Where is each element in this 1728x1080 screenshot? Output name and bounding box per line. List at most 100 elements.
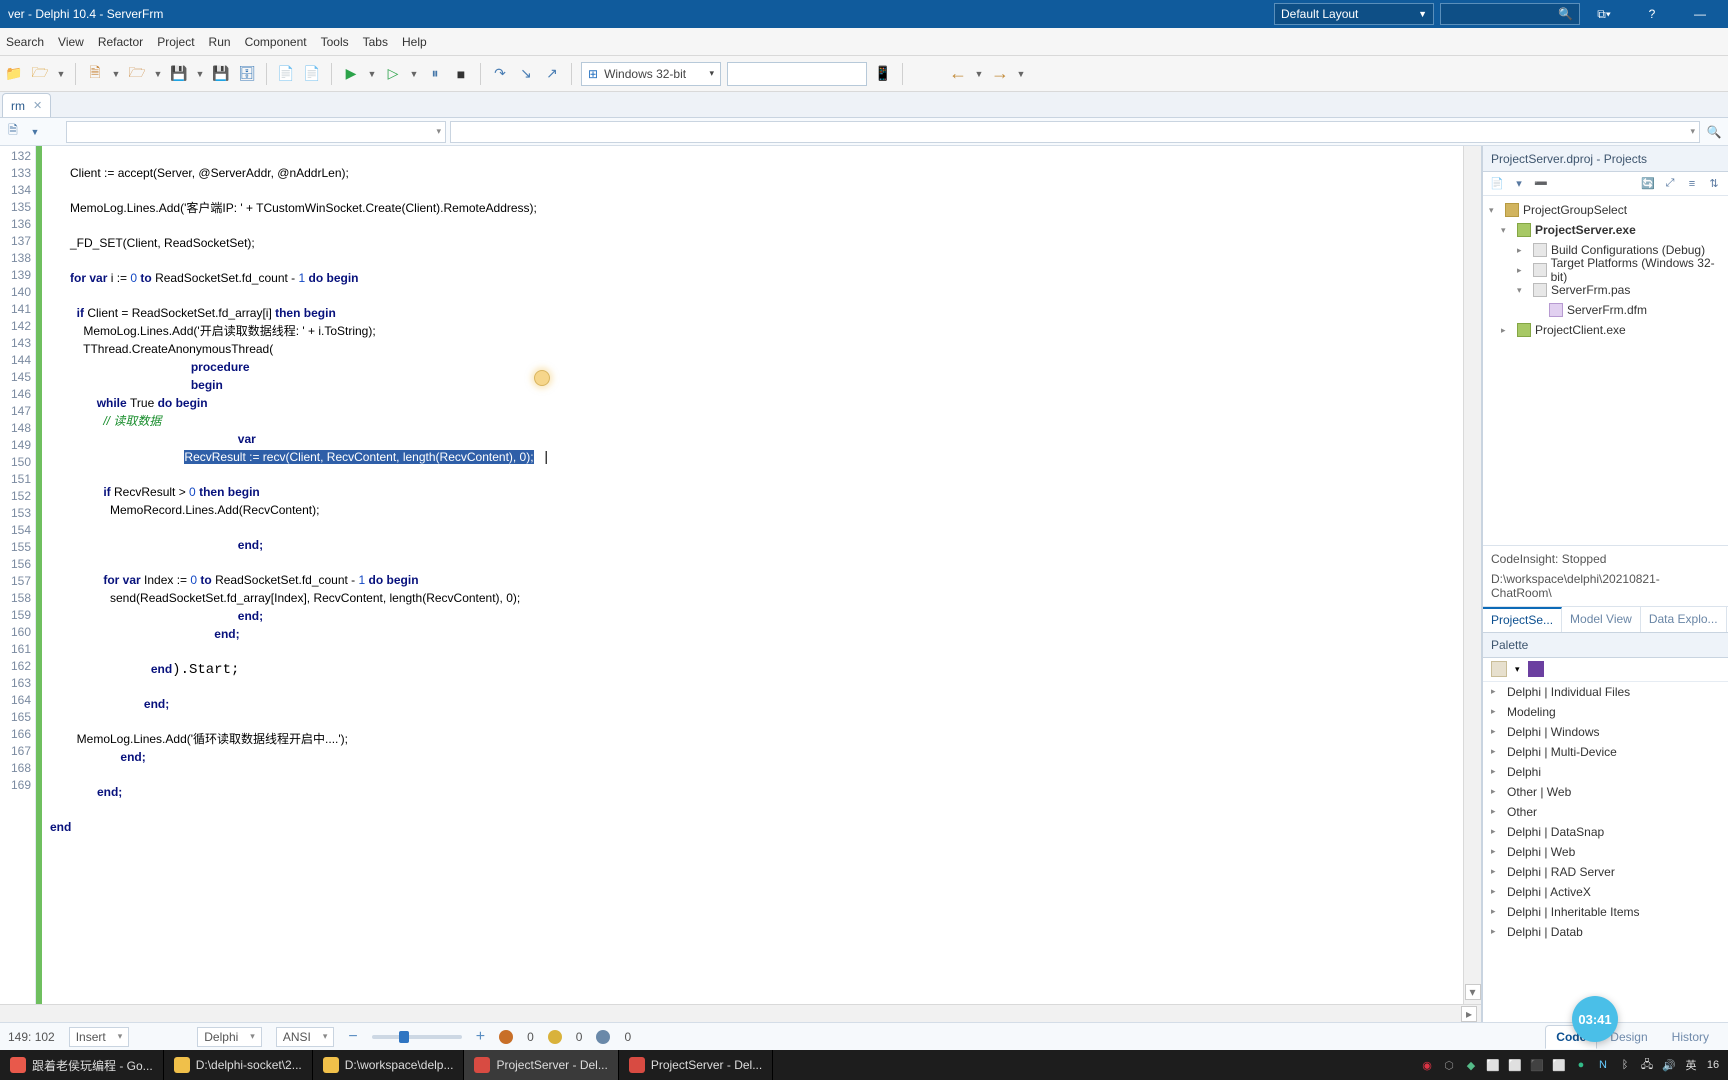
tray-icon[interactable]: N: [1596, 1058, 1610, 1072]
palette-item[interactable]: Other | Web: [1507, 785, 1571, 799]
chevron-down-icon[interactable]: ▾: [1515, 664, 1520, 675]
layout-select[interactable]: Default Layout ▼: [1274, 3, 1434, 25]
palette-item[interactable]: Delphi | DataSnap: [1507, 825, 1604, 839]
target-platforms[interactable]: Target Platforms (Windows 32-bit): [1551, 256, 1728, 284]
run-dropdown[interactable]: ▼: [367, 69, 377, 79]
lang-combo[interactable]: Delphi▾: [197, 1027, 262, 1047]
remove-file-icon[interactable]: 📄: [302, 64, 322, 84]
expand-icon[interactable]: ▸: [1517, 265, 1529, 276]
doc-dropdown[interactable]: ▼: [26, 123, 44, 141]
open-icon[interactable]: 🗁: [30, 64, 50, 84]
expand-icon[interactable]: ▸: [1501, 325, 1513, 336]
menu-view[interactable]: View: [58, 35, 84, 49]
palette-item[interactable]: Delphi | ActiveX: [1507, 885, 1591, 899]
expand-icon[interactable]: ▾: [1489, 205, 1501, 216]
doc-icon[interactable]: 🗎: [4, 123, 22, 141]
taskbar-item[interactable]: D:\workspace\delp...: [313, 1050, 465, 1080]
palette-item[interactable]: Modeling: [1507, 705, 1556, 719]
palette-item[interactable]: Delphi | RAD Server: [1507, 865, 1615, 879]
search-icon[interactable]: 🔍: [1704, 125, 1724, 139]
file-tab-serverfrm[interactable]: rm ✕: [2, 93, 51, 117]
sync-icon[interactable]: 🔄: [1640, 176, 1656, 192]
projectclient-exe[interactable]: ProjectClient.exe: [1535, 323, 1626, 337]
add-icon[interactable]: 📄: [1489, 176, 1505, 192]
palette-item[interactable]: Other: [1507, 805, 1537, 819]
save-project-icon[interactable]: 🗄: [237, 64, 257, 84]
code-area[interactable]: 132133134135136137138139140 141142143144…: [0, 146, 1481, 1004]
step-out-icon[interactable]: ↗: [542, 64, 562, 84]
menu-component[interactable]: Component: [245, 35, 307, 49]
menu-help[interactable]: Help: [402, 35, 427, 49]
menu-tabs[interactable]: Tabs: [363, 35, 388, 49]
expand-icon[interactable]: ⤢: [1662, 176, 1678, 192]
save-dropdown[interactable]: ▼: [195, 69, 205, 79]
scroll-right-icon[interactable]: ▸: [1461, 1006, 1477, 1022]
close-tab-icon[interactable]: ✕: [33, 99, 42, 112]
network-icon[interactable]: 🖧: [1640, 1058, 1654, 1072]
minimize-button[interactable]: —: [1676, 0, 1724, 28]
add-dropdown[interactable]: ▾: [1511, 176, 1527, 192]
vertical-scrollbar[interactable]: ▾: [1463, 146, 1481, 1004]
build-config[interactable]: Build Configurations (Debug): [1551, 243, 1705, 257]
tray-icon[interactable]: ⬛: [1530, 1058, 1544, 1072]
tray-icon[interactable]: ◆: [1464, 1058, 1478, 1072]
zoom-slider[interactable]: [372, 1035, 462, 1039]
palette-item[interactable]: Delphi | Inheritable Items: [1507, 905, 1640, 919]
expand-icon[interactable]: ▾: [1517, 285, 1529, 296]
remove-icon[interactable]: ➖: [1533, 176, 1549, 192]
sort-icon[interactable]: ⇅: [1706, 176, 1722, 192]
serverfrm-dfm[interactable]: ServerFrm.dfm: [1567, 303, 1647, 317]
horizontal-scrollbar[interactable]: ▸: [0, 1004, 1481, 1022]
taskbar-item[interactable]: ProjectServer - Del...: [464, 1050, 618, 1080]
volume-icon[interactable]: 🔊: [1662, 1058, 1676, 1072]
menu-project[interactable]: Project: [157, 35, 194, 49]
collapse-icon[interactable]: ≡: [1684, 176, 1700, 192]
palette-item[interactable]: Delphi | Datab: [1507, 925, 1583, 939]
run-icon[interactable]: ▶: [341, 64, 361, 84]
pause-icon[interactable]: ⏸: [425, 64, 445, 84]
tab-project[interactable]: ProjectSe...: [1483, 607, 1562, 632]
palette-item[interactable]: Delphi | Multi-Device: [1507, 745, 1617, 759]
ime-lang[interactable]: 英: [1684, 1058, 1698, 1072]
folder-icon[interactable]: 📁: [4, 64, 24, 84]
zoom-out-icon[interactable]: −: [348, 1028, 357, 1046]
zoom-in-icon[interactable]: +: [476, 1028, 485, 1046]
tray-icon[interactable]: ●: [1574, 1058, 1588, 1072]
expand-icon[interactable]: ▾: [1501, 225, 1513, 236]
save-icon[interactable]: 💾: [169, 64, 189, 84]
taskbar-item[interactable]: 跟着老侯玩编程 - Go...: [0, 1050, 164, 1080]
platform-select[interactable]: ⊞ Windows 32-bit ▾: [581, 62, 721, 86]
menu-refactor[interactable]: Refactor: [98, 35, 143, 49]
taskbar-item[interactable]: ProjectServer - Del...: [619, 1050, 773, 1080]
new-unit-icon[interactable]: 🗎: [85, 64, 105, 84]
runnd-dropdown[interactable]: ▼: [409, 69, 419, 79]
taskbar-item[interactable]: D:\delphi-socket\2...: [164, 1050, 313, 1080]
stop-icon[interactable]: ■: [451, 64, 471, 84]
new-dropdown[interactable]: ▼: [111, 69, 121, 79]
step-over-icon[interactable]: ↷: [490, 64, 510, 84]
project-exe[interactable]: ProjectServer.exe: [1535, 223, 1636, 237]
projects-tree[interactable]: ▾ProjectGroupSelect ▾ProjectServer.exe ▸…: [1483, 196, 1728, 545]
menu-search[interactable]: Search: [6, 35, 44, 49]
method-combo[interactable]: ▾: [450, 121, 1700, 143]
open-project-icon[interactable]: 🗁: [127, 64, 147, 84]
tray-icon[interactable]: ⬜: [1552, 1058, 1566, 1072]
hint-icon[interactable]: [596, 1030, 610, 1044]
menu-run[interactable]: Run: [209, 35, 231, 49]
device-select[interactable]: [727, 62, 867, 86]
ide-search-input[interactable]: 🔍: [1440, 3, 1580, 25]
bluetooth-icon[interactable]: ᛒ: [1618, 1058, 1632, 1072]
palette-item[interactable]: Delphi | Windows: [1507, 725, 1599, 739]
run-nodbg-icon[interactable]: ▷: [383, 64, 403, 84]
tray-icon[interactable]: ⬡: [1442, 1058, 1456, 1072]
palette-item[interactable]: Delphi: [1507, 765, 1541, 779]
openproj-dropdown[interactable]: ▼: [153, 69, 163, 79]
tab-history[interactable]: History: [1661, 1025, 1720, 1049]
clock-text[interactable]: 16: [1706, 1058, 1720, 1072]
serverfrm-pas[interactable]: ServerFrm.pas: [1551, 283, 1630, 297]
tab-data-explorer[interactable]: Data Explo...: [1641, 607, 1727, 632]
edit-mode-combo[interactable]: Insert▾: [69, 1027, 130, 1047]
palette-pointer-icon[interactable]: [1528, 661, 1544, 677]
warn-icon[interactable]: [548, 1030, 562, 1044]
tray-icon[interactable]: ⬜: [1486, 1058, 1500, 1072]
